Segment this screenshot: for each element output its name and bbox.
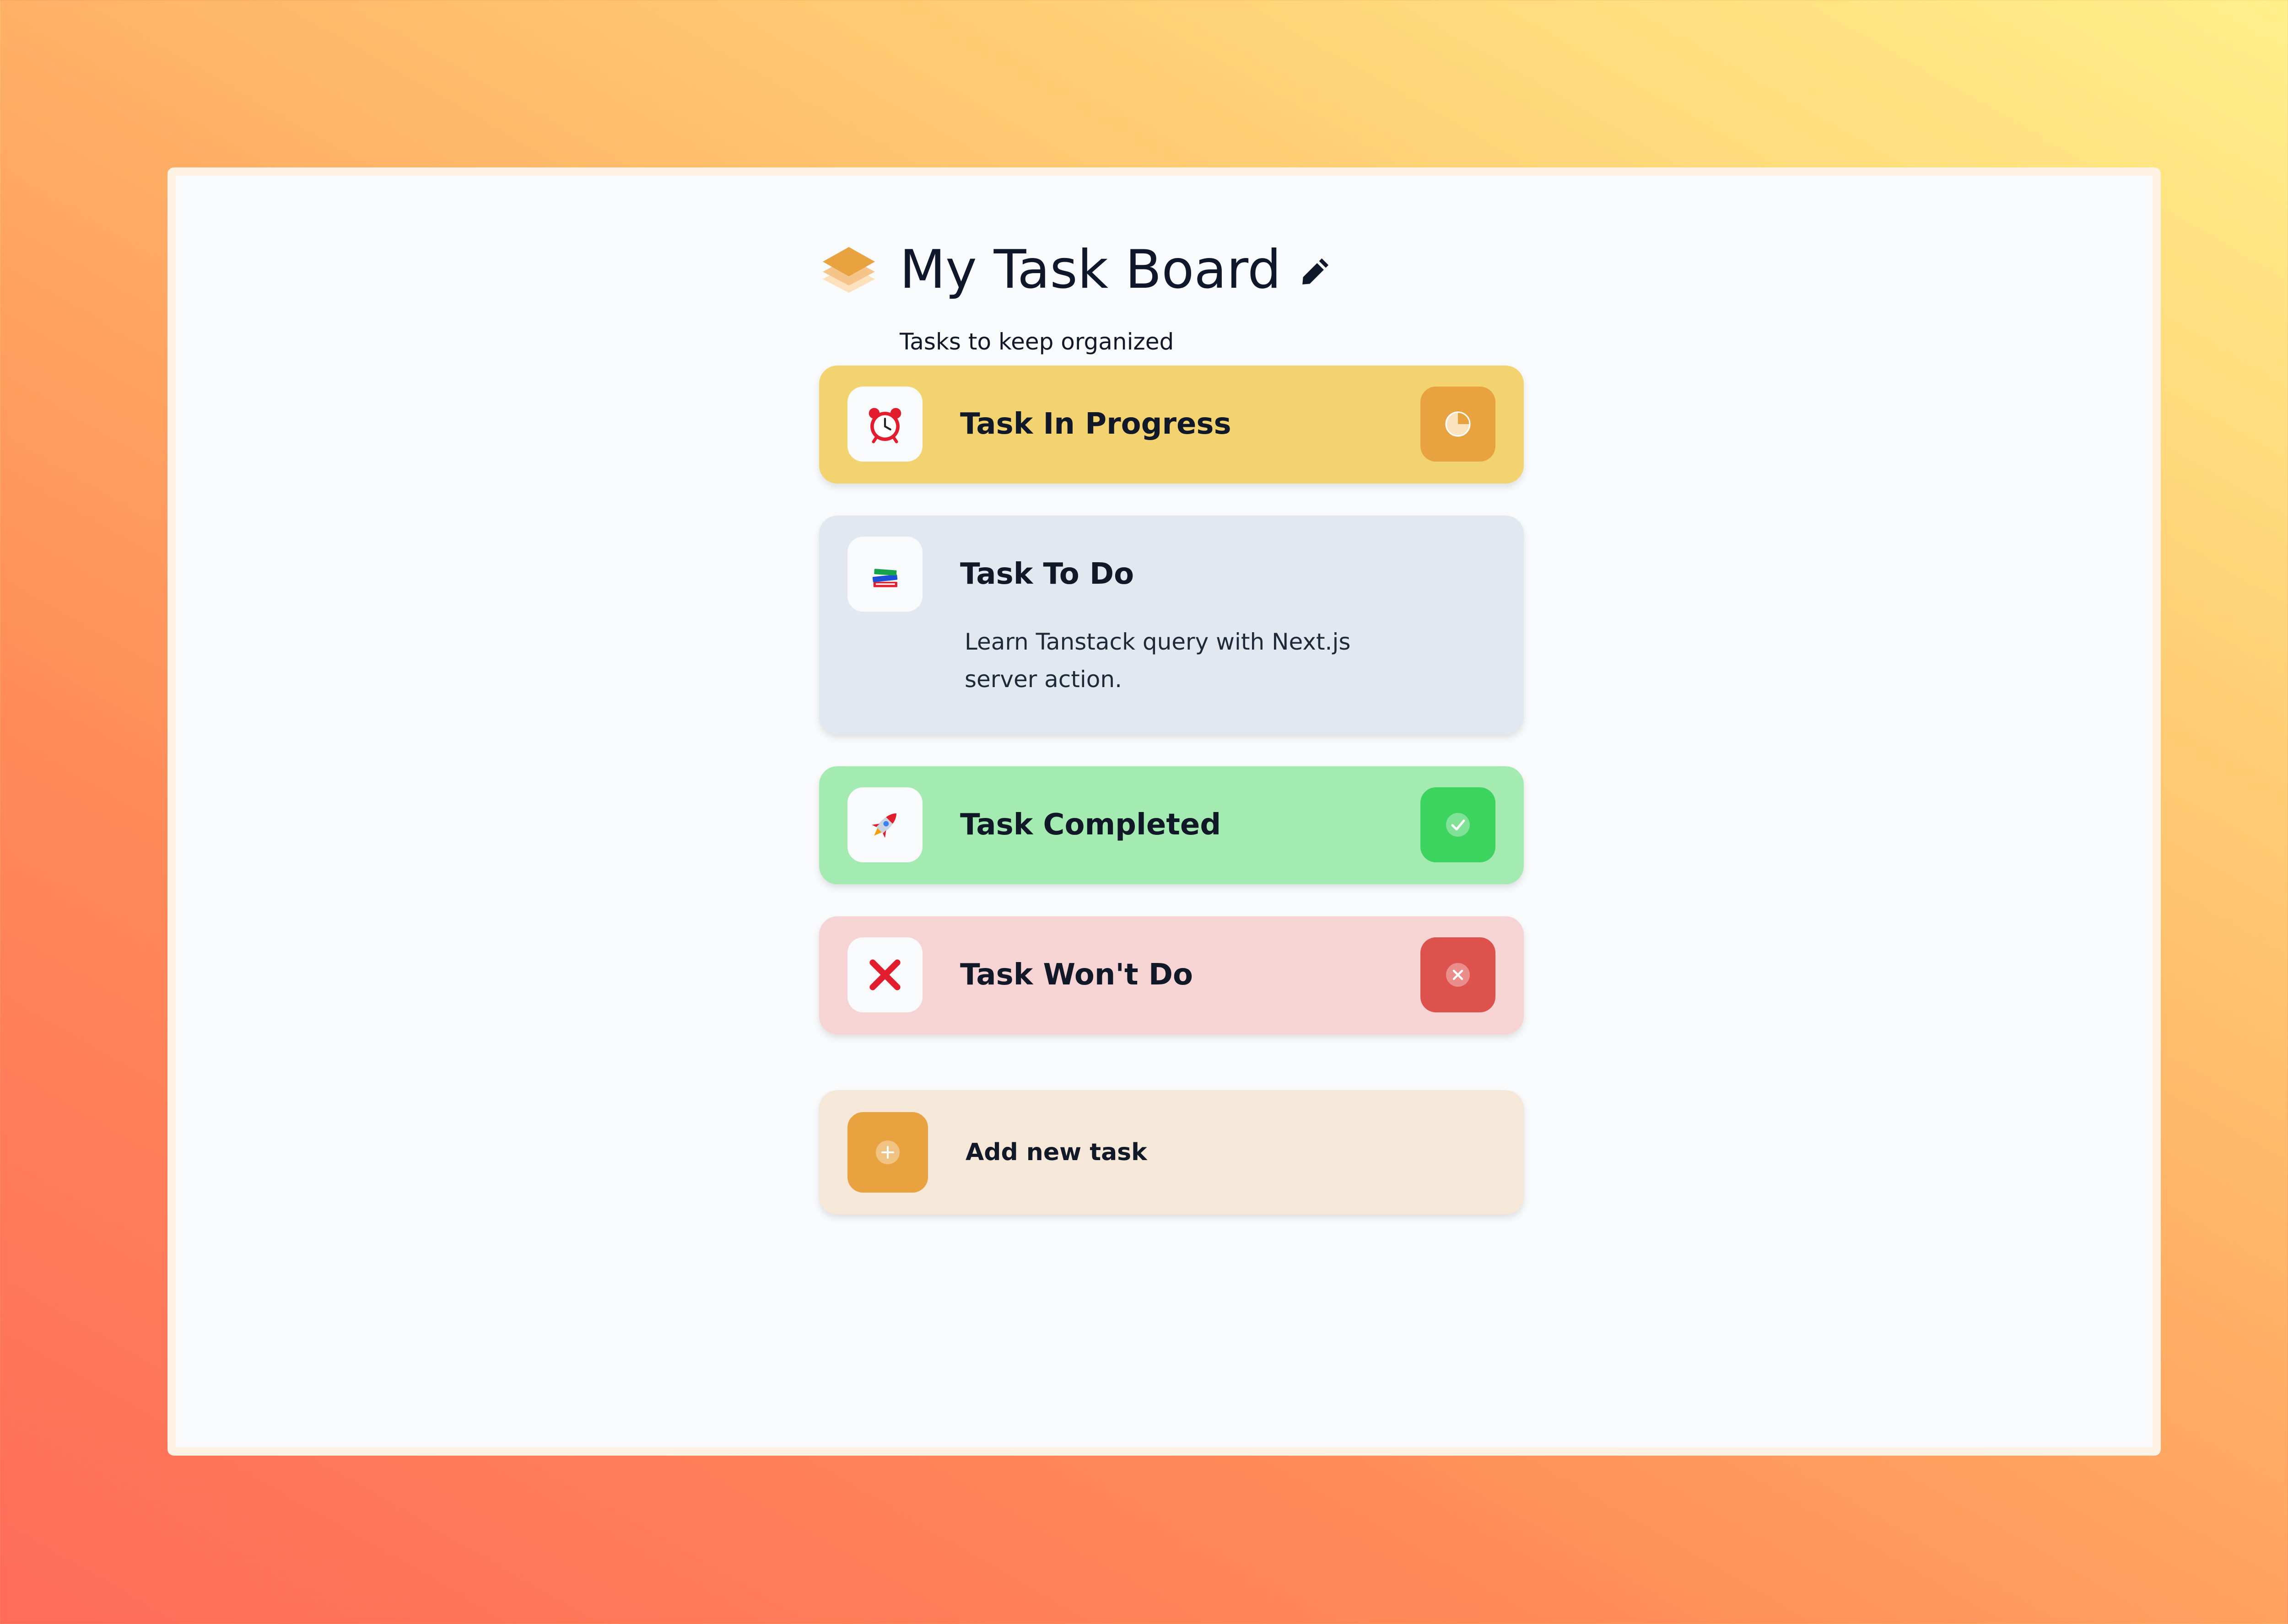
- time-pie-icon: [1445, 411, 1471, 437]
- task-board: My Task Board Tasks to keep organized Ta…: [819, 239, 1524, 1215]
- task-title: Task In Progress: [960, 407, 1231, 441]
- add-new-task-button[interactable]: Add new task: [819, 1090, 1524, 1215]
- layers-icon: [823, 247, 875, 293]
- status-completed-button[interactable]: [1420, 787, 1495, 862]
- task-title: Task To Do: [960, 557, 1134, 591]
- task-emoji-tile: [847, 937, 923, 1012]
- status-in-progress-button[interactable]: [1420, 387, 1495, 462]
- task-card-todo[interactable]: Task To Do Learn Tanstack query with Nex…: [819, 516, 1524, 734]
- close-circle-icon: [1446, 963, 1470, 987]
- books-icon: [872, 569, 898, 587]
- pencil-icon[interactable]: [1298, 257, 1330, 289]
- task-card-wont-do[interactable]: Task Won't Do: [819, 916, 1524, 1034]
- task-title: Task Completed: [960, 808, 1221, 842]
- task-emoji-tile: [847, 787, 923, 862]
- add-task-label: Add new task: [966, 1139, 1147, 1166]
- app-window: My Task Board Tasks to keep organized Ta…: [167, 167, 2161, 1456]
- task-emoji-tile: [847, 387, 923, 462]
- task-title: Task Won't Do: [960, 958, 1193, 992]
- add-task-tile: [847, 1112, 928, 1193]
- page-title: My Task Board: [900, 239, 1281, 301]
- status-wont-do-button[interactable]: [1420, 937, 1495, 1012]
- check-icon: [1446, 813, 1470, 837]
- board-header: My Task Board Tasks to keep organized: [819, 239, 1524, 381]
- rocket-icon: [872, 813, 896, 838]
- board-subtitle: Tasks to keep organized: [900, 328, 1174, 355]
- task-description: Learn Tanstack query with Next.js server…: [965, 629, 1351, 693]
- task-card-in-progress[interactable]: Task In Progress: [819, 366, 1524, 484]
- alarm-clock-icon: [869, 408, 901, 443]
- task-card-completed[interactable]: Task Completed: [819, 766, 1524, 884]
- task-emoji-tile: [847, 537, 923, 612]
- cross-mark-icon: [869, 959, 901, 990]
- plus-circle-icon: [876, 1140, 900, 1164]
